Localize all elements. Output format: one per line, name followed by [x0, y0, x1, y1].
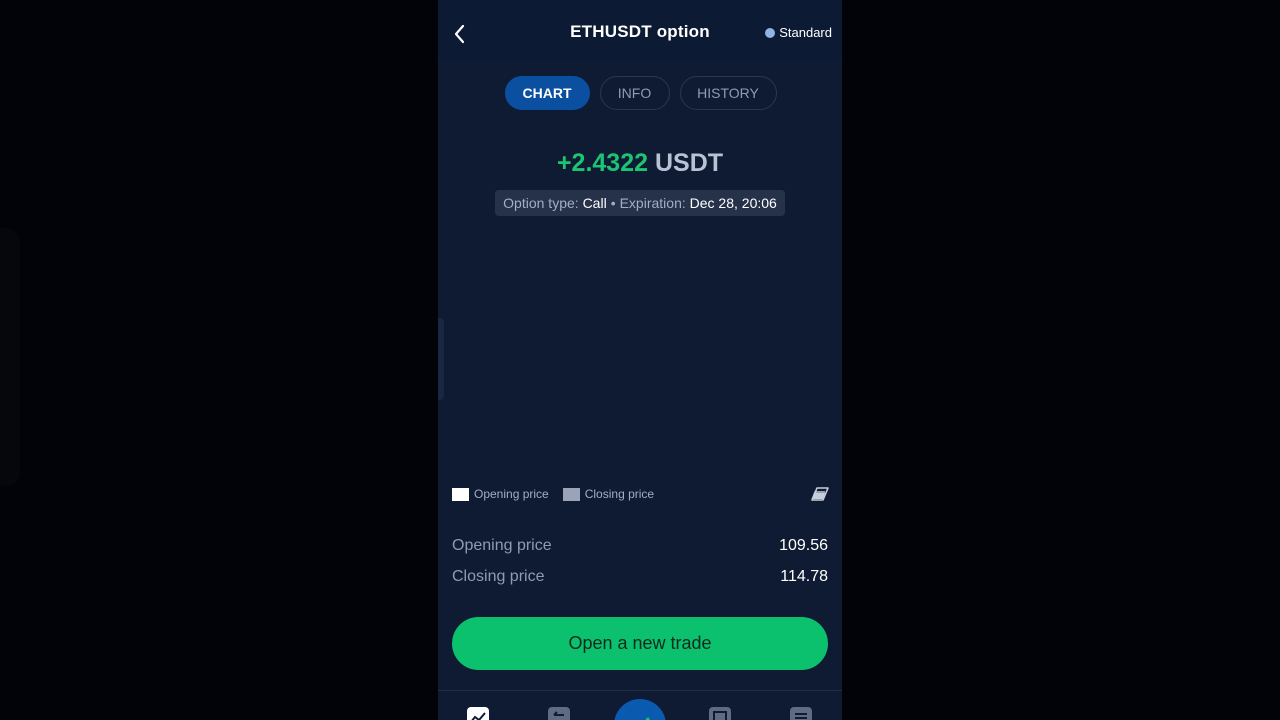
open-new-trade-button[interactable]: Open a new trade	[452, 617, 828, 670]
menu-icon	[795, 713, 807, 719]
legend-closing: Closing price	[562, 487, 655, 501]
opening-price-value: 109.56	[779, 537, 828, 554]
nav-exchange[interactable]	[548, 707, 570, 720]
tab-info[interactable]: INFO	[599, 76, 670, 110]
chart-legend: Opening price Closing price	[452, 487, 668, 501]
legend-opening-label: Opening price	[474, 487, 549, 501]
trade-meta-chip: Option type: Call • Expiration: Dec 28, …	[495, 190, 785, 216]
nav-menu[interactable]	[790, 707, 812, 720]
expiration-value: Dec 28, 20:06	[689, 195, 777, 211]
nav-wallet[interactable]	[709, 707, 731, 720]
chart-icon	[471, 712, 486, 720]
exchange-icon	[553, 711, 564, 720]
legend-closing-label: Closing price	[584, 487, 655, 501]
nav-trade[interactable]	[614, 699, 666, 720]
account-type-label: Standard	[779, 25, 832, 40]
trade-result: +2.4322 USDT	[438, 149, 842, 178]
background-panel-edge	[0, 228, 20, 486]
profit-currency: USDT	[654, 149, 724, 177]
top-bar: ETHUSDT option Standard	[438, 0, 842, 60]
screen: ETHUSDT option Standard CHART INFO HISTO…	[0, 0, 1280, 720]
clear-drawings-button[interactable]	[810, 486, 830, 502]
closing-price-label: Closing price	[452, 568, 545, 585]
opening-price-row: Opening price 109.56	[452, 537, 828, 555]
tab-chart[interactable]: CHART	[504, 76, 590, 110]
meta-separator: •	[610, 195, 616, 211]
trade-arrow-icon	[645, 717, 650, 720]
closing-price-row: Closing price 114.78	[452, 568, 828, 586]
option-type-value: Call	[582, 195, 607, 211]
opening-price-swatch	[452, 487, 469, 501]
account-type-badge[interactable]: Standard	[765, 25, 832, 40]
tab-bar: CHART INFO HISTORY	[438, 76, 842, 110]
tab-history[interactable]: HISTORY	[679, 76, 777, 110]
expiration-label: Expiration:	[619, 195, 686, 211]
opening-price-label: Opening price	[452, 537, 552, 554]
phone-app: ETHUSDT option Standard CHART INFO HISTO…	[438, 0, 842, 720]
profit-amount: +2.4322	[556, 149, 649, 177]
legend-opening: Opening price	[452, 487, 549, 501]
bottom-nav	[438, 691, 842, 720]
nav-chart[interactable]	[467, 707, 489, 720]
side-drawer-handle[interactable]	[438, 318, 444, 400]
eraser-icon	[811, 487, 829, 501]
option-type-label: Option type:	[503, 195, 579, 211]
wallet-icon	[713, 711, 727, 720]
closing-price-value: 114.78	[780, 568, 828, 585]
closing-price-swatch	[562, 487, 580, 501]
account-dot-icon	[765, 27, 776, 38]
